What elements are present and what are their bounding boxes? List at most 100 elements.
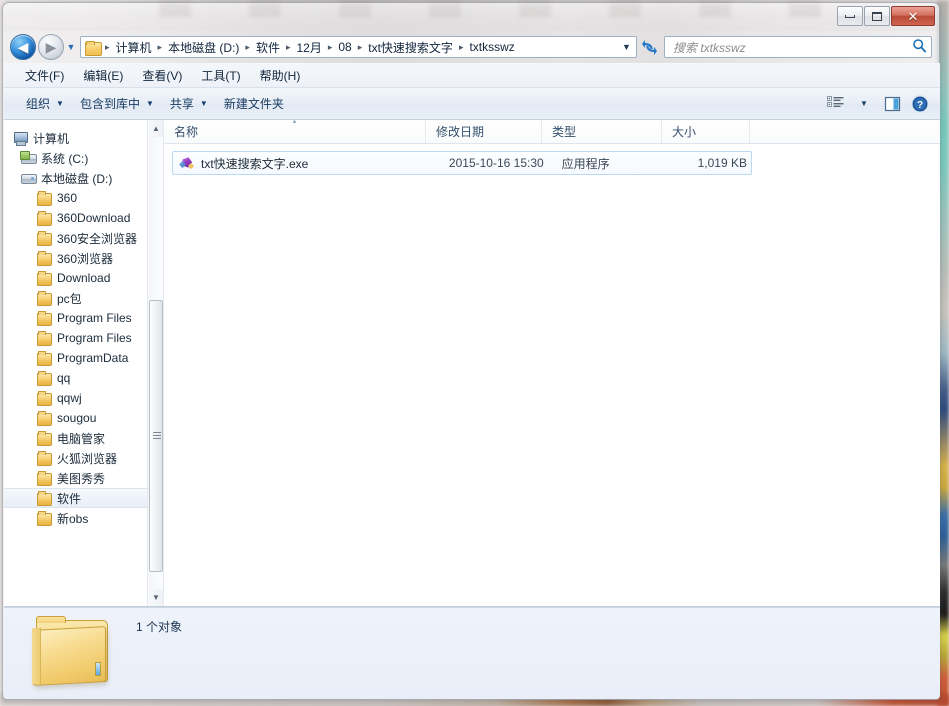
refresh-icon [641, 40, 658, 55]
navigation-bar: ◀ ▶ ▼ ▸计算机▸本地磁盘 (D:)▸软件▸12月▸08▸txt快速搜索文字… [4, 31, 940, 63]
maximize-icon [872, 12, 882, 21]
sidebar-item-label: pc包 [57, 290, 82, 307]
column-header-date[interactable]: 修改日期 [426, 120, 542, 143]
preview-pane-icon [884, 96, 901, 112]
sidebar-item-9[interactable]: Program Files [4, 308, 163, 328]
caret-up-icon: ▲ [152, 124, 160, 133]
sidebar-item-3[interactable]: 360 [4, 188, 163, 208]
sidebar-item-label: 本地磁盘 (D:) [41, 170, 112, 187]
sidebar-scrollbar[interactable]: ▲ ▼ [147, 120, 163, 606]
sidebar-item-4[interactable]: 360Download [4, 208, 163, 228]
sidebar-item-14[interactable]: sougou [4, 408, 163, 428]
title-bar[interactable]: ✕ [3, 3, 939, 31]
sidebar-item-18[interactable]: 软件 [4, 488, 163, 508]
sidebar-item-7[interactable]: Download [4, 268, 163, 288]
file-list-pane: 名称修改日期类型 大小 txt快速搜索文字.exe2015-10-16 15:30… [164, 120, 940, 606]
menu-item-1[interactable]: 编辑(E) [76, 64, 130, 87]
sidebar-item-label: qqwj [57, 391, 82, 405]
table-row[interactable]: txt快速搜索文字.exe2015-10-16 15:30应用程序1,019 K… [172, 151, 752, 175]
help-button[interactable]: ? [906, 92, 934, 116]
sidebar-item-6[interactable]: 360浏览器 [4, 248, 163, 268]
breadcrumb-separator-icon: ▸ [355, 42, 366, 53]
folder-icon [36, 471, 52, 485]
breadcrumb-item-0[interactable]: 计算机 [113, 38, 155, 57]
sidebar-item-10[interactable]: Program Files [4, 328, 163, 348]
sidebar-item-13[interactable]: qqwj [4, 388, 163, 408]
recent-locations-button[interactable]: ▼ [64, 34, 78, 60]
folder-icon [36, 431, 52, 445]
sidebar-item-label: 360 [57, 191, 77, 205]
close-icon: ✕ [908, 10, 919, 23]
navigation-pane: 计算机系统 (C:) 本地磁盘 (D:) 360 360Download360安全浏览… [4, 120, 164, 606]
column-header-type[interactable]: 类型 [542, 120, 662, 143]
forward-button[interactable]: ▶ [38, 34, 64, 60]
folder-icon [36, 351, 52, 365]
caret-down-icon: ▼ [152, 593, 160, 602]
sidebar-item-0[interactable]: 计算机 [4, 128, 163, 148]
file-rows: txt快速搜索文字.exe2015-10-16 15:30应用程序1,019 K… [164, 151, 940, 175]
sidebar-item-label: 360浏览器 [57, 250, 113, 267]
search-box[interactable]: 搜索 txtksswz [664, 36, 932, 58]
search-icon [912, 38, 927, 56]
command-toolbar: 组织▼包含到库中▼共享▼新建文件夹 ▼ [4, 88, 940, 120]
address-dropdown-button[interactable]: ▼ [618, 37, 635, 57]
refresh-button[interactable] [638, 36, 660, 58]
sidebar-item-8[interactable]: pc包 [4, 288, 163, 308]
sidebar-item-5[interactable]: 360安全浏览器 [4, 228, 163, 248]
file-name-cell: txt快速搜索文字.exe [173, 155, 434, 172]
folder-tree: 计算机系统 (C:) 本地磁盘 (D:) 360 360Download360安全浏览… [4, 120, 163, 528]
toolbar-button-2[interactable]: 共享▼ [162, 91, 216, 116]
menu-bar: 文件(F)编辑(E)查看(V)工具(T) 帮助(H) [4, 63, 940, 88]
toolbar-button-3[interactable]: 新建文件夹 [216, 91, 292, 116]
breadcrumb-item-1[interactable]: 本地磁盘 (D:) [165, 38, 242, 57]
column-header-name[interactable]: 名称 [164, 120, 426, 143]
preview-pane-button[interactable] [878, 92, 906, 116]
sidebar-item-label: ProgramData [57, 351, 128, 365]
scrollbar-grip-icon [153, 432, 161, 440]
chevron-down-icon: ▼ [67, 42, 76, 52]
menu-item-3[interactable]: 工具(T) [194, 64, 247, 87]
breadcrumb-item-5[interactable]: txt快速搜索文字 [365, 38, 456, 57]
folder-icon [36, 391, 52, 405]
item-count-label: 1 个对象 [136, 618, 182, 635]
sidebar-item-17[interactable]: 美图秀秀 [4, 468, 163, 488]
back-arrow-icon: ◀ [18, 40, 29, 54]
menu-item-2[interactable]: 查看(V) [135, 64, 189, 87]
sidebar-item-11[interactable]: ProgramData [4, 348, 163, 368]
chevron-down-icon: ▼ [622, 42, 631, 52]
view-dropdown-button[interactable]: ▼ [850, 92, 878, 116]
back-button[interactable]: ◀ [10, 34, 36, 60]
toolbar-button-0[interactable]: 组织▼ [18, 91, 72, 116]
folder-icon [36, 291, 52, 305]
toolbar-button-1[interactable]: 包含到库中▼ [72, 91, 162, 116]
chevron-down-icon: ▼ [146, 99, 154, 108]
scroll-up-button[interactable]: ▲ [148, 120, 164, 137]
menu-item-4[interactable]: 帮助(H) [253, 64, 308, 87]
sidebar-item-1[interactable]: 系统 (C:) [4, 148, 163, 168]
breadcrumb-item-3[interactable]: 12月 [293, 38, 324, 57]
breadcrumb-item-6[interactable]: txtksswz [466, 39, 517, 55]
minimize-button[interactable] [837, 6, 863, 26]
sidebar-item-15[interactable]: 电脑管家 [4, 428, 163, 448]
close-button[interactable]: ✕ [891, 6, 935, 26]
address-bar[interactable]: ▸计算机▸本地磁盘 (D:)▸软件▸12月▸08▸txt快速搜索文字▸txtks… [80, 36, 637, 58]
scrollbar-thumb[interactable] [149, 300, 163, 572]
breadcrumb-item-2[interactable]: 软件 [253, 38, 283, 57]
sidebar-item-12[interactable]: qq [4, 368, 163, 388]
sidebar-item-2[interactable]: 本地磁盘 (D:) [4, 168, 163, 188]
column-header-label: 类型 [552, 123, 576, 140]
scroll-down-button[interactable]: ▼ [148, 589, 164, 606]
system-drive-icon [20, 151, 36, 165]
search-input[interactable]: 搜索 txtksswz [673, 39, 912, 56]
column-header-label: 大小 [672, 123, 696, 140]
sidebar-item-label: 计算机 [33, 130, 69, 147]
breadcrumb-item-4[interactable]: 08 [335, 39, 354, 55]
sidebar-item-16[interactable]: 火狐浏览器 [4, 448, 163, 468]
maximize-button[interactable] [864, 6, 890, 26]
file-size-cell: 1,019 KB [669, 156, 751, 170]
change-view-button[interactable] [822, 92, 850, 116]
column-header-size[interactable]: 大小 [662, 120, 750, 143]
menu-item-0[interactable]: 文件(F) [18, 64, 71, 87]
sidebar-item-19[interactable]: 新obs [4, 508, 163, 528]
breadcrumb: ▸计算机▸本地磁盘 (D:)▸软件▸12月▸08▸txt快速搜索文字▸txtks… [102, 38, 618, 57]
